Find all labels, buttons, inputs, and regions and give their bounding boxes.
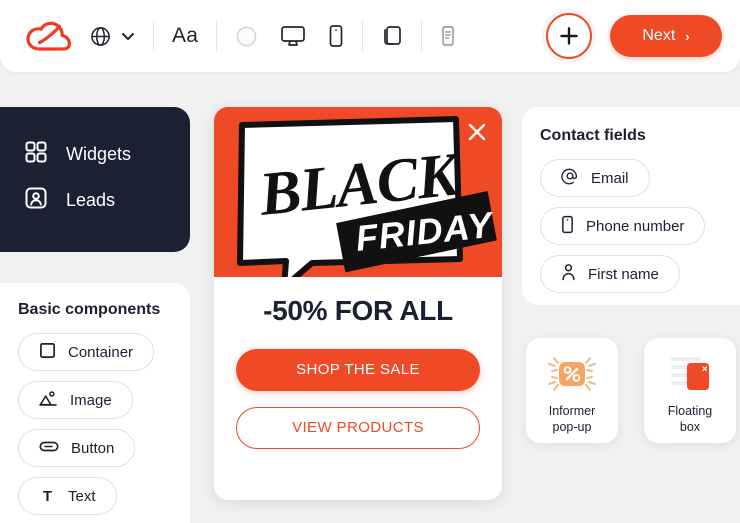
text-t-icon: T <box>42 487 53 505</box>
black-friday-banner: BLACK FRIDAY <box>214 107 502 277</box>
chevron-down-icon[interactable] <box>121 31 135 41</box>
form-document-icon[interactable] <box>440 25 456 47</box>
widget-type-label-line2: box <box>679 419 701 434</box>
popup-preview-card: BLACK FRIDAY -50% FOR ALL SHOP THE SALE … <box>214 107 502 500</box>
nav-panel: Widgets Leads <box>0 107 190 252</box>
view-products-button[interactable]: VIEW PRODUCTS <box>236 407 480 449</box>
at-sign-icon <box>561 167 579 189</box>
plus-icon <box>560 27 578 45</box>
panel-title: Contact fields <box>540 127 646 144</box>
component-chip-label: Button <box>71 439 115 457</box>
widget-type-label-line1: Informer <box>548 404 596 418</box>
sidebar-item-widgets[interactable]: Widgets <box>24 131 190 177</box>
grid-widgets-icon <box>24 140 48 169</box>
person-card-icon <box>24 186 48 215</box>
contact-chip-label: Phone number <box>586 217 685 235</box>
globe-icon[interactable] <box>90 26 111 47</box>
language-selector[interactable] <box>90 26 135 47</box>
sidebar-item-label: Widgets <box>66 143 132 164</box>
close-x-icon[interactable] <box>466 121 488 143</box>
mobile-phone-icon[interactable] <box>328 24 344 48</box>
widget-type-label-line1: Floating <box>667 404 713 418</box>
component-chip-label: Image <box>70 391 112 409</box>
component-chip-text[interactable]: T Text <box>18 477 117 515</box>
component-chip-button[interactable]: Button <box>18 429 136 467</box>
contact-chip-email[interactable]: Email <box>540 159 650 197</box>
color-circle-icon[interactable] <box>235 25 258 48</box>
button-pill-icon <box>39 440 59 457</box>
component-chip-label: Container <box>68 343 134 361</box>
widget-type-label: Floating box <box>668 404 712 435</box>
image-mountain-icon <box>39 390 58 411</box>
widget-type-label-line2: pop-up <box>552 419 592 434</box>
component-chip-container[interactable]: Container <box>18 333 155 371</box>
panel-title: Basic components <box>18 301 161 318</box>
contact-fields-panel: Contact fields Email Phone number First … <box>522 107 740 305</box>
popup-card-body: -50% FOR ALL SHOP THE SALE VIEW PRODUCTS <box>214 277 502 471</box>
contact-chip-first-name[interactable]: First name <box>540 255 680 293</box>
desktop-monitor-icon[interactable] <box>280 24 306 48</box>
contact-chip-phone[interactable]: Phone number <box>540 207 706 245</box>
contact-chip-label: First name <box>588 265 659 283</box>
add-widget-button[interactable] <box>546 13 592 59</box>
popup-headline: -50% FOR ALL <box>263 295 453 326</box>
widget-type-floating-box[interactable]: Floating box <box>644 338 736 443</box>
square-container-icon <box>39 342 56 363</box>
basic-components-panel: Basic components Container Image Button … <box>0 283 190 523</box>
top-toolbar: Aa Next › <box>0 0 740 72</box>
toolbar-divider <box>216 21 218 51</box>
component-chip-label: Text <box>68 487 96 505</box>
chevron-right-icon: › <box>685 28 690 44</box>
toolbar-divider <box>153 21 154 51</box>
next-button[interactable]: Next › <box>610 15 722 57</box>
shop-the-sale-button[interactable]: SHOP THE SALE <box>236 349 480 391</box>
typography-icon[interactable]: Aa <box>172 24 198 48</box>
copy-pages-icon[interactable] <box>381 24 403 48</box>
component-chip-image[interactable]: Image <box>18 381 133 419</box>
cloud-logo-icon[interactable] <box>22 16 76 56</box>
widget-type-label: Informer pop-up <box>549 404 596 435</box>
person-icon <box>561 263 576 285</box>
contact-chip-label: Email <box>591 169 629 187</box>
app-root: Aa Next › Widgets Leads Basic components… <box>0 0 740 523</box>
phone-icon <box>561 215 574 238</box>
next-button-label: Next <box>642 27 676 44</box>
toolbar-divider <box>421 21 423 51</box>
widget-type-informer-popup[interactable]: Informer pop-up <box>526 338 618 443</box>
percent-badge-icon <box>545 352 599 396</box>
sidebar-item-label: Leads <box>66 189 116 210</box>
toolbar-divider <box>362 21 364 51</box>
floating-box-icon <box>663 352 717 396</box>
sidebar-item-leads[interactable]: Leads <box>24 177 190 223</box>
